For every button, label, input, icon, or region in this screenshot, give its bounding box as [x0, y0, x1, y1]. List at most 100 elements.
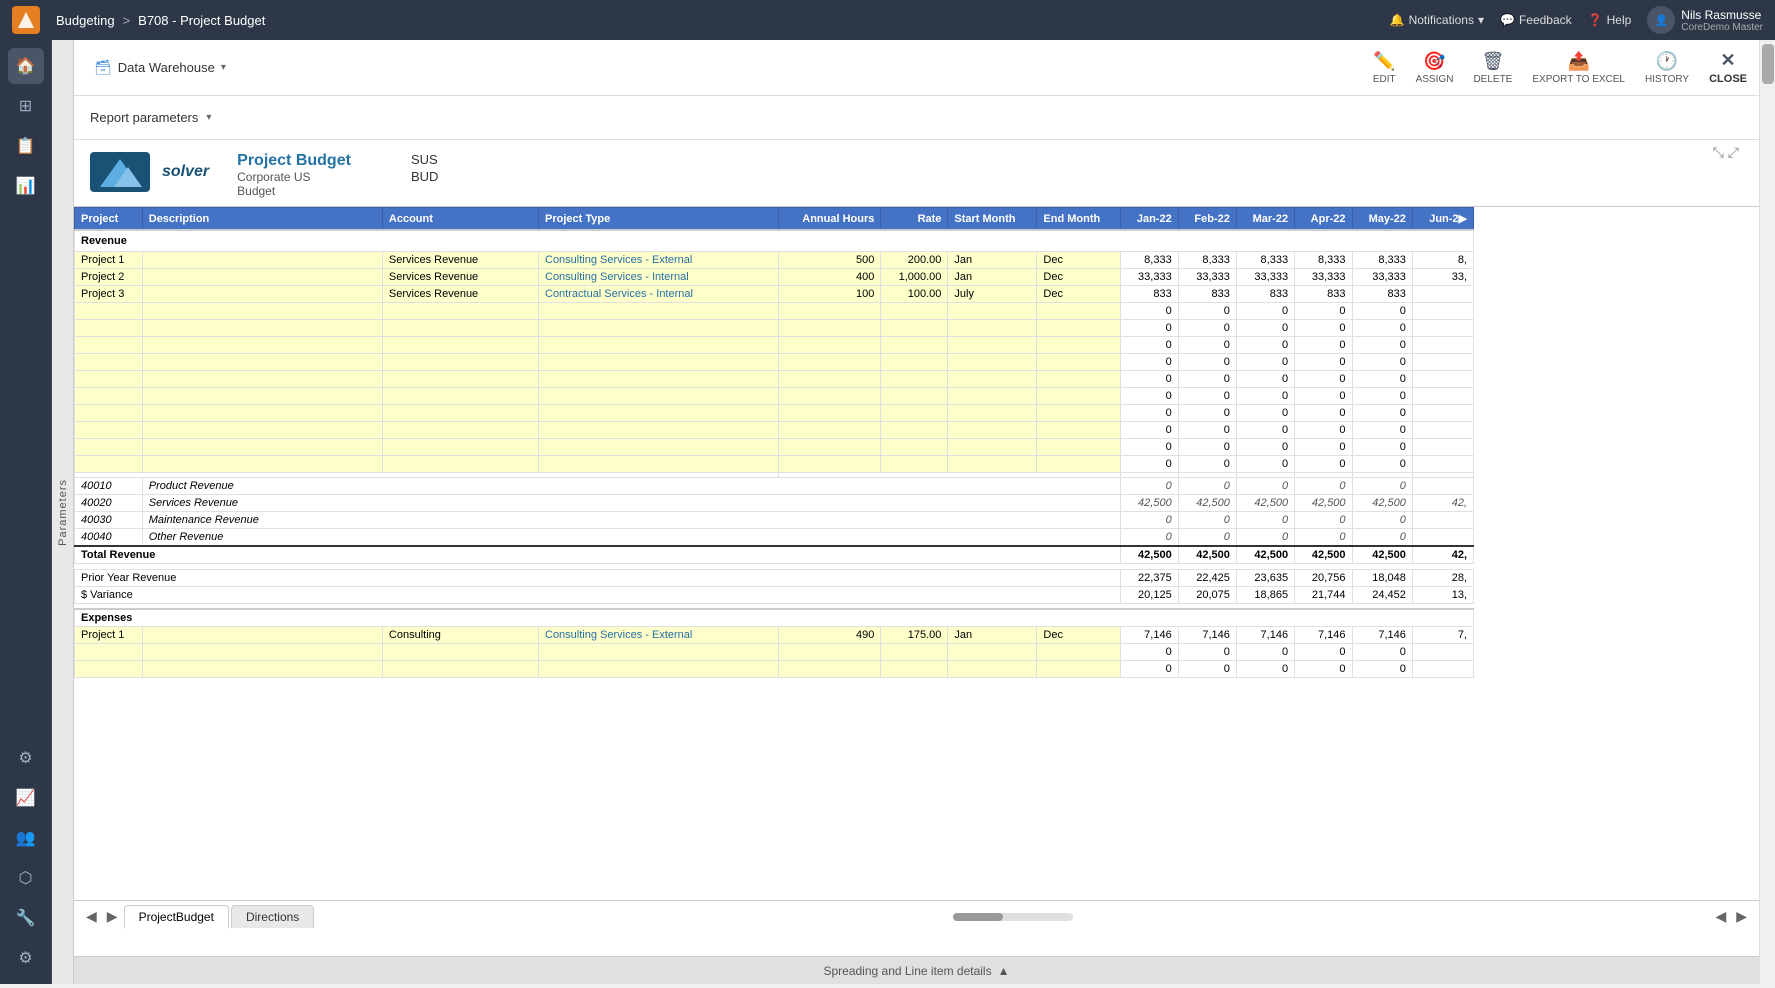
- sidebar-item-home[interactable]: 🏠: [8, 48, 44, 84]
- horizontal-scrollbar-track[interactable]: [953, 913, 1073, 921]
- cell-exp-type1[interactable]: Consulting Services - External: [539, 627, 779, 644]
- cell-may2[interactable]: 33,333: [1352, 269, 1412, 286]
- parameters-sidebar[interactable]: Parameters: [52, 40, 74, 984]
- tab-project-budget[interactable]: ProjectBudget: [124, 905, 229, 929]
- sidebar-item-dashboard[interactable]: ⊞: [8, 88, 44, 124]
- sidebar-item-tools[interactable]: 🔧: [8, 900, 44, 936]
- cell-apr2[interactable]: 33,333: [1295, 269, 1352, 286]
- cell-end3[interactable]: Dec: [1037, 286, 1121, 303]
- data-grid: Project Description Account Project Type…: [74, 207, 1474, 678]
- notifications-button[interactable]: 🔔 Notifications ▾: [1390, 13, 1484, 27]
- expand-icon-2[interactable]: ⤢: [1728, 144, 1739, 161]
- cell-may1[interactable]: 8,333: [1352, 252, 1412, 269]
- cell-exp-acct1[interactable]: Consulting: [382, 627, 538, 644]
- cell-exp-hours1[interactable]: 490: [779, 627, 881, 644]
- cell-jan2[interactable]: 33,333: [1121, 269, 1178, 286]
- code-40030: 40030: [75, 512, 143, 529]
- user-info[interactable]: 👤 Nils Rasmusse CoreDemo Master: [1647, 6, 1763, 34]
- delete-button[interactable]: 🗑 DELETE: [1473, 51, 1512, 85]
- cell-exp-start1[interactable]: Jan: [948, 627, 1037, 644]
- grid-header-row: Project Description Account Project Type…: [75, 208, 1474, 231]
- cell-rate1[interactable]: 200.00: [881, 252, 948, 269]
- cell-hours2[interactable]: 400: [779, 269, 881, 286]
- delete-icon: 🗑: [1481, 51, 1504, 72]
- scrollbar-track[interactable]: [1760, 44, 1775, 988]
- cell-type2[interactable]: Consulting Services - Internal: [539, 269, 779, 286]
- cell-feb2[interactable]: 33,333: [1178, 269, 1236, 286]
- export-button[interactable]: 📤 EXPORT TO EXCEL: [1532, 51, 1625, 85]
- sidebar-item-data[interactable]: 📊: [8, 168, 44, 204]
- edit-button[interactable]: ✏️ EDIT: [1373, 51, 1396, 85]
- cell-mar1[interactable]: 8,333: [1236, 252, 1294, 269]
- sidebar-item-filter[interactable]: ⚙: [8, 740, 44, 776]
- prior-year-label: Prior Year Revenue: [75, 570, 1121, 587]
- cell-apr3[interactable]: 833: [1295, 286, 1352, 303]
- assign-label: ASSIGN: [1416, 74, 1454, 85]
- cell-start1[interactable]: Jan: [948, 252, 1037, 269]
- cell-project3[interactable]: Project 3: [75, 286, 143, 303]
- cell-rate2[interactable]: 1,000.00: [881, 269, 948, 286]
- cell-type3[interactable]: Contractual Services - Internal: [539, 286, 779, 303]
- sidebar-item-settings[interactable]: ⚙: [8, 940, 44, 976]
- horizontal-scrollbar-thumb[interactable]: [953, 913, 1003, 921]
- expand-icon-1[interactable]: ⤡: [1713, 144, 1724, 161]
- vertical-scrollbar[interactable]: [1759, 40, 1775, 984]
- cell-start2[interactable]: Jan: [948, 269, 1037, 286]
- cell-jun3[interactable]: [1412, 286, 1473, 303]
- cell-rate3[interactable]: 100.00: [881, 286, 948, 303]
- cell-feb3[interactable]: 833: [1178, 286, 1236, 303]
- tab-prev-button[interactable]: ◀: [82, 908, 101, 925]
- cell-hours1[interactable]: 500: [779, 252, 881, 269]
- cell-feb1[interactable]: 8,333: [1178, 252, 1236, 269]
- scroll-left-button[interactable]: ◀: [1711, 908, 1730, 925]
- cell-exp-end1[interactable]: Dec: [1037, 627, 1121, 644]
- sidebar-item-users[interactable]: 👥: [8, 820, 44, 856]
- cell-acct2[interactable]: Services Revenue: [382, 269, 538, 286]
- cell-mar3[interactable]: 833: [1236, 286, 1294, 303]
- spreadsheet-scroll[interactable]: Project Description Account Project Type…: [74, 206, 1759, 900]
- scrollbar-thumb[interactable]: [1762, 44, 1774, 84]
- variance-label: $ Variance: [75, 587, 1121, 604]
- spreading-bar[interactable]: Spreading and Line item details ▲: [74, 956, 1759, 984]
- report-codes: SUS BUD: [411, 152, 438, 184]
- cell-acct3[interactable]: Services Revenue: [382, 286, 538, 303]
- report-params-label[interactable]: Report parameters: [90, 110, 198, 125]
- cell-end1[interactable]: Dec: [1037, 252, 1121, 269]
- sidebar-item-chart[interactable]: 📈: [8, 780, 44, 816]
- cell-apr1[interactable]: 8,333: [1295, 252, 1352, 269]
- sidebar-item-reports[interactable]: 📋: [8, 128, 44, 164]
- cell-jun2[interactable]: 33,: [1412, 269, 1473, 286]
- cell-project1[interactable]: Project 1: [75, 252, 143, 269]
- cell-exp-project1[interactable]: Project 1: [75, 627, 143, 644]
- tab-directions[interactable]: Directions: [231, 905, 314, 928]
- cell-type1[interactable]: Consulting Services - External: [539, 252, 779, 269]
- cell-exp-rate1[interactable]: 175.00: [881, 627, 948, 644]
- help-button[interactable]: ❓ Help: [1588, 13, 1632, 27]
- table-row: 00000: [75, 422, 1474, 439]
- assign-button[interactable]: 🎯 ASSIGN: [1416, 51, 1454, 85]
- dw-arrow[interactable]: ▾: [221, 62, 226, 73]
- cell-may3[interactable]: 833: [1352, 286, 1412, 303]
- report-title-block: Project Budget Corporate US Budget: [237, 152, 351, 198]
- cell-jan3[interactable]: 833: [1121, 286, 1178, 303]
- close-button[interactable]: ✕ CLOSE: [1709, 50, 1747, 85]
- cell-project2[interactable]: Project 2: [75, 269, 143, 286]
- cell-acct1[interactable]: Services Revenue: [382, 252, 538, 269]
- cell-desc1: [142, 252, 382, 269]
- report-params-arrow[interactable]: ▾: [206, 112, 211, 123]
- history-button[interactable]: 🕐 HISTORY: [1645, 51, 1689, 85]
- cell-start3[interactable]: July: [948, 286, 1037, 303]
- scroll-right-button[interactable]: ▶: [1732, 908, 1751, 925]
- table-row: Project 2 Services Revenue Consulting Se…: [75, 269, 1474, 286]
- spreading-bar-chevron: ▲: [998, 964, 1010, 978]
- tab-next-button[interactable]: ▶: [103, 908, 122, 925]
- cell-mar2[interactable]: 33,333: [1236, 269, 1294, 286]
- cell-hours3[interactable]: 100: [779, 286, 881, 303]
- cell-jan1[interactable]: 8,333: [1121, 252, 1178, 269]
- breadcrumb-budgeting[interactable]: Budgeting: [56, 13, 115, 28]
- cell-end2[interactable]: Dec: [1037, 269, 1121, 286]
- col-account: Account: [382, 208, 538, 231]
- cell-jun1[interactable]: 8,: [1412, 252, 1473, 269]
- feedback-button[interactable]: 💬 Feedback: [1500, 13, 1572, 27]
- sidebar-item-api[interactable]: ⬡: [8, 860, 44, 896]
